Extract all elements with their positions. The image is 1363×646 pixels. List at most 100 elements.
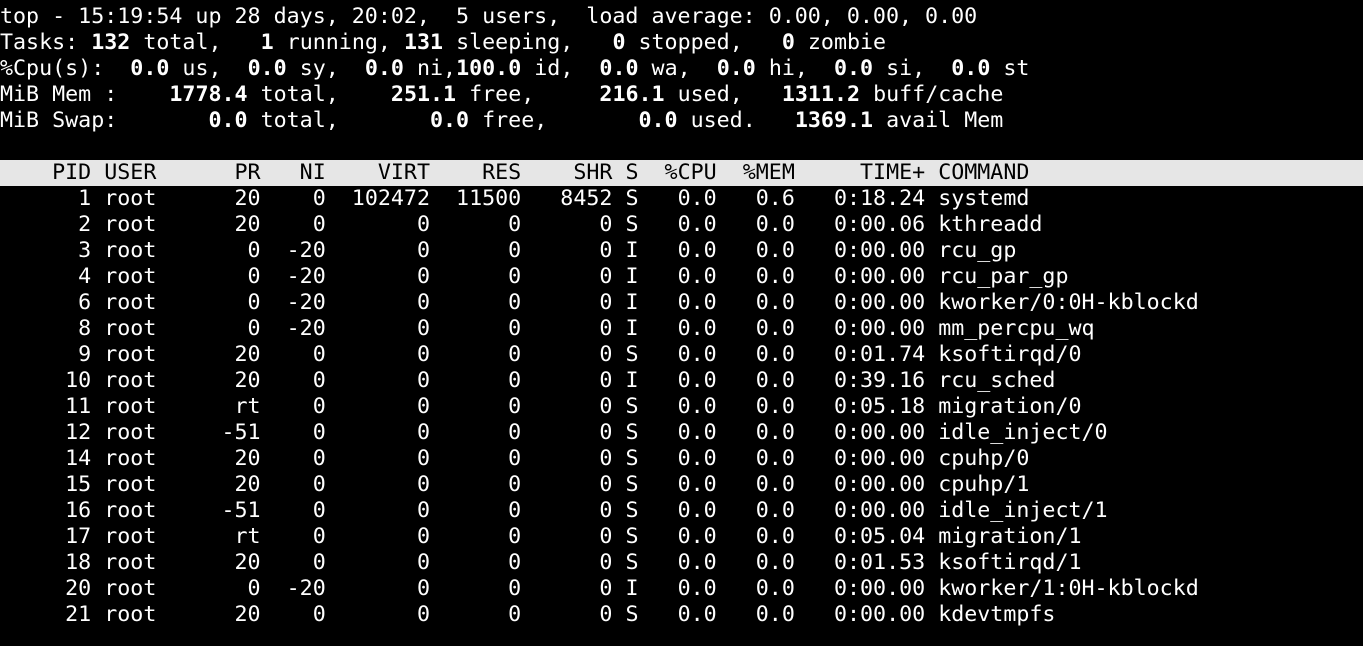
cell-state: I	[625, 576, 639, 601]
table-row: 16 root -51 0 0 0 0 S 0.0 0.0 0:00.00 id…	[0, 498, 1107, 524]
tasks-sleeping: 131	[403, 30, 444, 55]
cell-cpu: 0.0	[651, 290, 717, 315]
cell-shr: 0	[534, 576, 613, 601]
mem-total-label: total,	[260, 82, 339, 107]
cell-ni: -20	[273, 290, 326, 315]
cell-state: S	[625, 524, 639, 549]
cell-pr: -51	[221, 420, 261, 445]
cell-res: 0	[443, 394, 522, 419]
cell-cpu: 0.0	[651, 420, 717, 445]
cell-user: root	[104, 316, 222, 341]
cpu-wa: 0.0	[599, 56, 639, 81]
summary-tasks-line: Tasks: 132 total, 1 running, 131 sleepin…	[0, 30, 886, 56]
cell-res: 0	[443, 498, 522, 523]
cell-user: root	[104, 368, 222, 393]
swap-label: MiB Swap:	[0, 108, 118, 133]
tasks-total-label: total,	[143, 30, 222, 55]
swap-used: 0.0	[638, 108, 678, 133]
cpu-ni-label: ni,	[416, 56, 457, 81]
swap-used-label: used.	[690, 108, 756, 133]
header-user: USER	[104, 160, 222, 185]
cell-cpu: 0.0	[651, 394, 717, 419]
cell-cpu: 0.0	[651, 498, 717, 523]
cell-virt: 0	[338, 446, 430, 471]
cell-res: 0	[443, 446, 522, 471]
table-row: 10 root 20 0 0 0 0 I 0.0 0.0 0:39.16 rcu…	[0, 368, 1055, 394]
table-row: 21 root 20 0 0 0 0 S 0.0 0.0 0:00.00 kde…	[0, 602, 1055, 628]
cell-ni: 0	[273, 212, 326, 237]
cell-res: 0	[443, 290, 522, 315]
table-row: 8 root 0 -20 0 0 0 I 0.0 0.0 0:00.00 mm_…	[0, 316, 1094, 342]
swap-total-label: total,	[260, 108, 339, 133]
cell-command: cpuhp/1	[938, 472, 1030, 497]
cell-mem: 0.0	[729, 368, 795, 393]
cell-pr: 20	[221, 186, 261, 211]
cell-pid: 20	[0, 576, 92, 601]
cell-ni: 0	[273, 472, 326, 497]
cell-shr: 8452	[534, 186, 613, 211]
cell-pid: 2	[0, 212, 92, 237]
cpu-id: 100.0	[456, 56, 522, 81]
swap-free: 0.0	[429, 108, 470, 133]
cell-cpu: 0.0	[651, 524, 717, 549]
cell-time: 0:00.00	[807, 472, 926, 497]
cell-time: 0:01.53	[807, 550, 926, 575]
cell-ni: 0	[273, 342, 326, 367]
cell-mem: 0.0	[729, 212, 795, 237]
table-row: 9 root 20 0 0 0 0 S 0.0 0.0 0:01.74 ksof…	[0, 342, 1082, 368]
cell-virt: 0	[338, 576, 430, 601]
cell-time: 0:39.16	[807, 368, 926, 393]
cell-state: S	[625, 602, 639, 627]
cell-command: ksoftirqd/0	[938, 342, 1082, 367]
cell-res: 11500	[443, 186, 522, 211]
cell-pr: 20	[221, 550, 261, 575]
cell-res: 0	[443, 576, 522, 601]
cell-command: kdevtmpfs	[938, 602, 1056, 627]
cell-ni: 0	[273, 498, 326, 523]
cell-cpu: 0.0	[651, 576, 717, 601]
cell-user: root	[104, 524, 222, 549]
cell-pr: 0	[221, 290, 261, 315]
cell-cpu: 0.0	[651, 446, 717, 471]
cell-ni: 0	[273, 602, 326, 627]
cell-virt: 0	[338, 238, 430, 263]
cpu-wa-label: wa,	[651, 56, 691, 81]
table-row: 1 root 20 0 102472 11500 8452 S 0.0 0.6 …	[0, 186, 1029, 212]
cell-pid: 12	[0, 420, 92, 445]
cell-mem: 0.0	[729, 524, 795, 549]
cpu-si: 0.0	[833, 56, 874, 81]
column-headers: PID USER PR NI VIRT RES SHR S %CPU %MEM …	[0, 160, 1029, 186]
cell-res: 0	[443, 550, 522, 575]
cell-time: 0:00.06	[807, 212, 926, 237]
cell-ni: 0	[273, 420, 326, 445]
summary-mem-line: MiB Mem : 1778.4 total, 251.1 free, 216.…	[0, 82, 1003, 108]
tasks-total: 132	[91, 30, 131, 55]
cell-state: S	[625, 472, 639, 497]
cell-user: root	[104, 446, 222, 471]
cpu-st: 0.0	[951, 56, 991, 81]
cell-pr: 20	[221, 602, 261, 627]
tasks-sleeping-label: sleeping,	[456, 30, 574, 55]
cell-shr: 0	[534, 290, 613, 315]
header-virt: VIRT	[338, 160, 430, 185]
cell-time: 0:00.00	[807, 420, 926, 445]
cell-command: migration/1	[938, 524, 1082, 549]
cell-cpu: 0.0	[651, 368, 717, 393]
cell-shr: 0	[534, 446, 613, 471]
cell-pid: 18	[0, 550, 92, 575]
cell-virt: 0	[338, 602, 430, 627]
tasks-zombie: 0	[781, 30, 795, 55]
cell-pid: 17	[0, 524, 92, 549]
cell-res: 0	[443, 238, 522, 263]
cell-time: 0:01.74	[807, 342, 926, 367]
cell-shr: 0	[534, 394, 613, 419]
cell-ni: 0	[273, 446, 326, 471]
cell-shr: 0	[534, 264, 613, 289]
cell-cpu: 0.0	[651, 238, 717, 263]
table-row: 4 root 0 -20 0 0 0 I 0.0 0.0 0:00.00 rcu…	[0, 264, 1068, 290]
table-row: 6 root 0 -20 0 0 0 I 0.0 0.0 0:00.00 kwo…	[0, 290, 1199, 316]
cell-user: root	[104, 212, 222, 237]
cell-pr: 0	[221, 316, 261, 341]
header-cpu: %CPU	[651, 160, 717, 185]
table-row: 11 root rt 0 0 0 0 S 0.0 0.0 0:05.18 mig…	[0, 394, 1081, 420]
